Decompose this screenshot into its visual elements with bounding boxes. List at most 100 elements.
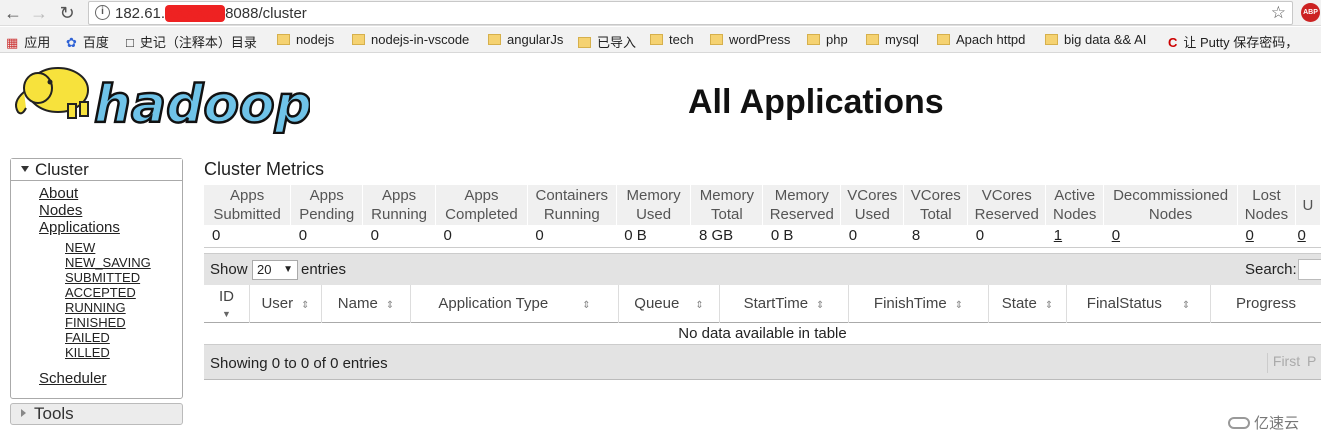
bookmark-tech[interactable]: tech xyxy=(650,32,694,47)
csdn-icon: C xyxy=(1168,35,1178,50)
bookmark-star-icon[interactable]: ☆ xyxy=(1271,3,1286,23)
apps-table-toolbar: Show 20 ▼ entries Search: xyxy=(204,253,1321,285)
folder-icon xyxy=(650,34,663,45)
expand-triangle-icon xyxy=(21,166,29,172)
metric-lost-nodes-link[interactable]: 0 xyxy=(1237,225,1296,248)
sort-icon: ⇕ xyxy=(301,300,310,311)
bookmark-angularjs[interactable]: angularJs xyxy=(488,32,563,47)
metric-header: Memory Total xyxy=(690,185,764,225)
sidebar-link-about[interactable]: About xyxy=(39,185,78,202)
sort-icon: ⇕ xyxy=(816,300,825,311)
baidu-paw-icon: ✿ xyxy=(66,35,77,50)
sidebar-link-new[interactable]: NEW xyxy=(65,240,95,255)
page-size-select[interactable]: 20 ▼ xyxy=(252,260,298,280)
page-icon: □ xyxy=(126,35,134,50)
metric-unhealthy-nodes-link[interactable]: 0 xyxy=(1295,225,1321,248)
sidebar-link-failed[interactable]: FAILED xyxy=(65,330,110,345)
bookmark-putty[interactable]: C让 Putty 保存密码， xyxy=(1168,32,1298,51)
col-name[interactable]: Name ⇕ xyxy=(322,285,411,323)
bookmark-php[interactable]: php xyxy=(807,32,848,47)
forward-icon[interactable]: → xyxy=(28,2,50,24)
metric-header: Containers Running xyxy=(527,185,617,225)
apps-grid-icon: ▦ xyxy=(6,35,19,50)
empty-table-message: No data available in table xyxy=(678,325,847,342)
col-progress[interactable]: Progress xyxy=(1211,285,1321,323)
metric-active-nodes-link[interactable]: 1 xyxy=(1045,225,1104,248)
metric-header: Apps Submitted xyxy=(204,185,292,225)
sidebar-link-killed[interactable]: KILLED xyxy=(65,345,110,360)
bookmark-wordpress[interactable]: wordPress xyxy=(710,32,790,47)
back-icon[interactable]: ← xyxy=(2,2,24,24)
metric-header: Apps Running xyxy=(362,185,437,225)
bookmark-apach-httpd[interactable]: Apach httpd xyxy=(937,32,1025,47)
bookmark-imported[interactable]: 已导入 xyxy=(578,32,636,51)
url-text[interactable]: 182.61.XXXXXX8088/cluster xyxy=(115,5,307,22)
sidebar-link-submitted[interactable]: SUBMITTED xyxy=(65,270,140,285)
metric-apps-submitted: 0 xyxy=(204,225,291,248)
sidebar-link-finished[interactable]: FINISHED xyxy=(65,315,126,330)
folder-icon xyxy=(1045,34,1058,45)
showing-entries-info: Showing 0 to 0 of 0 entries xyxy=(210,355,388,372)
metric-apps-running: 0 xyxy=(362,225,436,248)
metric-header: Lost Nodes xyxy=(1237,185,1296,225)
adblock-plus-icon[interactable]: ABP xyxy=(1301,3,1320,22)
bookmark-nodejs[interactable]: nodejs xyxy=(277,32,334,47)
col-starttime[interactable]: StartTime ⇕ xyxy=(720,285,849,323)
metric-header: Active Nodes xyxy=(1045,185,1105,225)
metric-vcores-reserved: 0 xyxy=(967,225,1046,248)
metric-decommissioned-nodes-link[interactable]: 0 xyxy=(1103,225,1238,248)
bookmark-big-data-ai[interactable]: big data && AI xyxy=(1045,32,1146,47)
bookmark-apps[interactable]: ▦ 应用 xyxy=(6,32,50,51)
bookmark-mysql[interactable]: mysql xyxy=(866,32,919,47)
search-label: Search: xyxy=(1245,261,1297,278)
folder-icon xyxy=(866,34,879,45)
sidebar-link-accepted[interactable]: ACCEPTED xyxy=(65,285,136,300)
cluster-section-header[interactable]: Cluster xyxy=(11,159,182,181)
col-user[interactable]: User ⇕ xyxy=(250,285,322,323)
metric-memory-used: 0 B xyxy=(616,225,691,248)
bookmark-baidu[interactable]: ✿ 百度 xyxy=(66,32,109,51)
folder-icon xyxy=(578,37,591,48)
hadoop-logo[interactable]: hadoop xyxy=(10,62,313,136)
col-finalstatus[interactable]: FinalStatus ⇕ xyxy=(1067,285,1211,323)
metric-header: VCores Used xyxy=(840,185,905,225)
col-queue[interactable]: Queue ⇕ xyxy=(619,285,720,323)
address-bar[interactable]: i 182.61.XXXXXX8088/cluster ☆ xyxy=(88,1,1293,25)
sidebar-link-new-saving[interactable]: NEW_SAVING xyxy=(65,255,151,270)
entries-label: entries xyxy=(301,261,347,278)
folder-icon xyxy=(352,34,365,45)
col-id[interactable]: ID ▼ xyxy=(204,285,250,323)
browser-toolbar: ← → ↻ i 182.61.XXXXXX8088/cluster ☆ ABP xyxy=(0,0,1321,26)
cloud-logo-icon xyxy=(1228,417,1250,429)
metric-header: Memory Reserved xyxy=(762,185,842,225)
sort-icon: ⇕ xyxy=(695,300,704,311)
svg-text:hadoop: hadoop xyxy=(94,75,310,134)
folder-icon xyxy=(488,34,501,45)
sort-icon: ⇕ xyxy=(385,300,395,311)
col-state[interactable]: State ⇕ xyxy=(989,285,1067,323)
metric-header: Memory Used xyxy=(616,185,692,225)
folder-icon xyxy=(277,34,290,45)
bookmark-shiji[interactable]: □ 史记（注释本）目录 xyxy=(126,32,257,51)
sidebar-link-applications[interactable]: Applications xyxy=(39,219,120,236)
metric-header: VCores Reserved xyxy=(967,185,1047,225)
site-info-icon[interactable]: i xyxy=(95,5,110,20)
sidebar-link-nodes[interactable]: Nodes xyxy=(39,202,82,219)
metric-apps-completed: 0 xyxy=(435,225,528,248)
previous-page-button[interactable]: P xyxy=(1307,353,1321,373)
sidebar-link-scheduler[interactable]: Scheduler xyxy=(39,370,107,387)
reload-icon[interactable]: ↻ xyxy=(56,2,78,24)
col-application-type[interactable]: Application Type ⇕ xyxy=(411,285,619,323)
bookmark-nodejs-in-vscode[interactable]: nodejs-in-vscode xyxy=(352,32,469,47)
sidebar-link-running[interactable]: RUNNING xyxy=(65,300,126,315)
sort-desc-icon: ▼ xyxy=(222,309,231,319)
show-label: Show xyxy=(210,261,248,278)
sort-icon: ⇕ xyxy=(954,300,964,311)
tools-section-header[interactable]: Tools xyxy=(10,403,183,425)
metric-memory-total: 8 GB xyxy=(690,225,763,248)
sort-icon: ⇕ xyxy=(1044,300,1054,311)
col-finishtime[interactable]: FinishTime ⇕ xyxy=(849,285,989,323)
first-page-button[interactable]: First xyxy=(1267,353,1305,373)
redacted-mark: XXXXXX xyxy=(165,5,226,22)
search-input[interactable] xyxy=(1298,259,1321,280)
